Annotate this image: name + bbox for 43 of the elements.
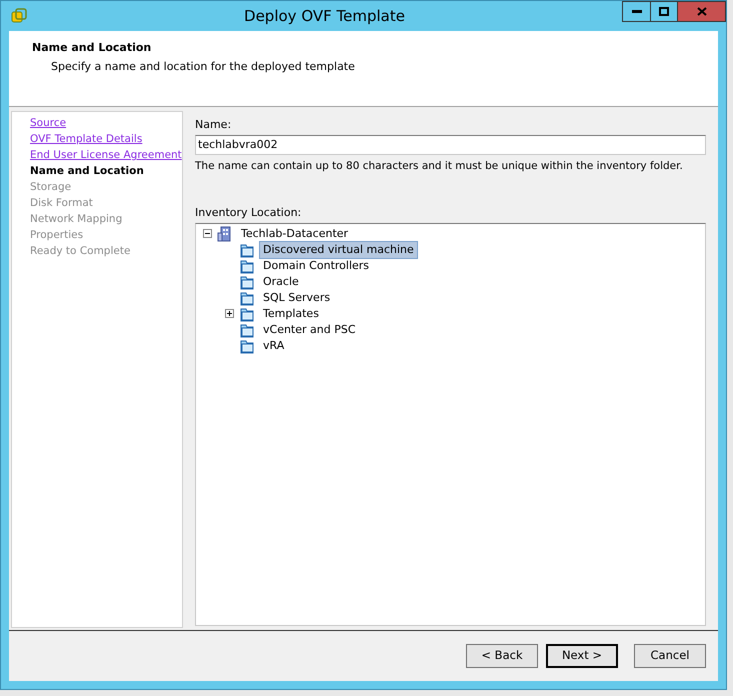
minimize-button[interactable] [622,1,651,22]
name-hint: The name can contain up to 80 characters and it must be unique within the inventory folder. [195,158,684,174]
collapse-icon[interactable] [203,229,212,238]
close-icon [696,7,706,16]
tree-item[interactable]: Templates [259,304,323,323]
tree-item[interactable]: Discovered virtual machine [259,240,418,259]
name-label: Name: [195,117,232,133]
wizard-step: Ready to Complete [30,244,130,260]
page-title: Name and Location [32,40,152,56]
wizard-button[interactable]: Next > [546,644,618,668]
wizard-step: Disk Format [30,196,93,212]
page-subtitle: Specify a name and location for the deployed template [50,58,356,74]
folder-icon [239,290,255,306]
tree-item[interactable]: Domain Controllers [259,256,374,275]
expand-icon[interactable] [225,309,234,318]
folder-icon [239,274,255,290]
tree-item[interactable]: vRA [259,336,288,355]
tree-item[interactable]: SQL Servers [259,288,334,307]
app-logo-icon [11,8,27,24]
wizard-step: Name and Location [30,164,144,180]
folder-icon [239,306,255,322]
folder-icon [239,322,255,338]
window-title: Deploy OVF Template [243,6,406,27]
maximize-icon [659,7,669,16]
wizard-step[interactable]: End User License Agreement [30,148,182,164]
tree-item[interactable]: Oracle [259,272,303,291]
wizard-step: Storage [30,180,72,196]
minimize-icon [632,10,642,14]
close-button[interactable] [678,1,726,22]
folder-icon [239,338,255,354]
building-icon [217,226,233,242]
inventory-label: Inventory Location: [195,205,302,222]
tree-item[interactable]: vCenter and PSC [259,320,360,339]
wizard-step[interactable]: Source [30,116,66,132]
wizard-button[interactable]: Cancel [634,644,706,668]
folder-icon [239,242,255,258]
wizard-step[interactable]: OVF Template Details [30,132,142,148]
folder-icon [239,258,255,274]
wizard-step: Properties [30,228,84,244]
wizard-button[interactable]: < Back [466,644,538,668]
wizard-step: Network Mapping [30,212,122,228]
tree-item[interactable]: Techlab-Datacenter [237,224,352,243]
name-field[interactable]: techlabvra002 [195,134,706,154]
